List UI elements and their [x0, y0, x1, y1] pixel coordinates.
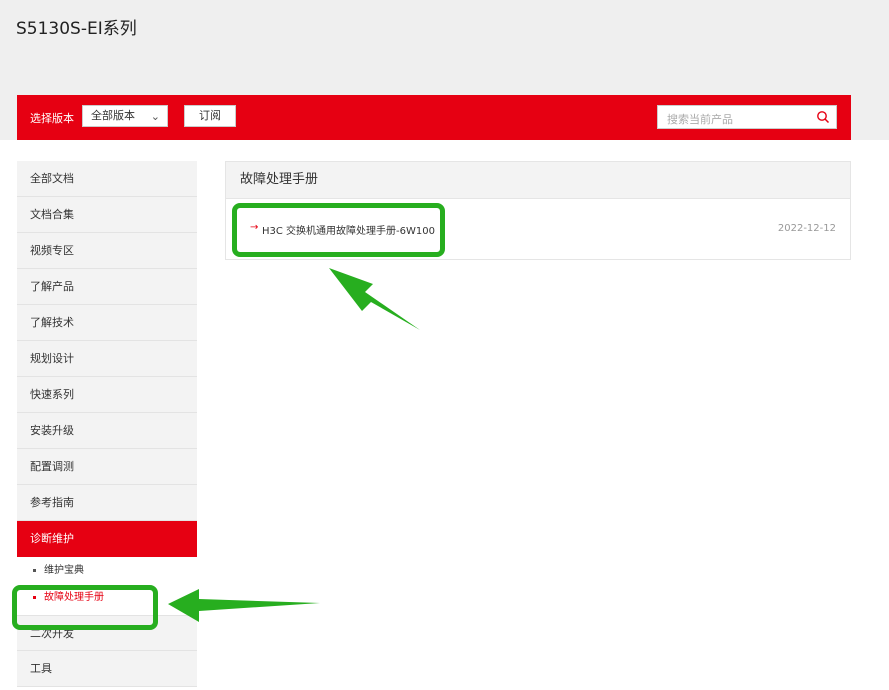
sidebar-item-learn-tech[interactable]: 了解技术 [17, 305, 197, 341]
bullet-icon [33, 568, 36, 572]
page-title: S5130S-EI系列 [16, 19, 137, 39]
sidebar-item-diagnose[interactable]: 诊断维护 [17, 521, 197, 557]
search-placeholder: 搜索当前产品 [667, 113, 733, 126]
sidebar-item-videos[interactable]: 视频专区 [17, 233, 197, 269]
panel-title: 故障处理手册 [226, 162, 850, 199]
sidebar-item-planning[interactable]: 规划设计 [17, 341, 197, 377]
sidebar-item-quick-series[interactable]: 快速系列 [17, 377, 197, 413]
sidebar-item-install-upgrade[interactable]: 安装升级 [17, 413, 197, 449]
version-label: 选择版本 [30, 112, 74, 125]
sidebar-item-all-docs[interactable]: 全部文档 [17, 161, 197, 197]
doc-date: 2022-12-12 [777, 223, 836, 234]
chevron-down-icon: ⌄ [150, 110, 160, 123]
sidebar-item-config[interactable]: 配置调测 [17, 449, 197, 485]
sidebar-item-tools[interactable]: 工具 [17, 651, 197, 687]
version-toolbar: 选择版本 全部版本 ⌄ 订阅 搜索当前产品 [17, 95, 851, 140]
highlight-box [232, 203, 445, 257]
sidebar-subitem-label: 维护宝典 [44, 565, 84, 576]
version-select-value: 全部版本 [91, 109, 135, 122]
sidebar-subitem-maintenance[interactable]: 维护宝典 [17, 557, 197, 584]
product-search-input[interactable]: 搜索当前产品 [657, 105, 837, 129]
highlight-box [12, 585, 158, 630]
sidebar-item-doc-collection[interactable]: 文档合集 [17, 197, 197, 233]
search-icon[interactable] [816, 110, 830, 124]
sidebar-item-learn-product[interactable]: 了解产品 [17, 269, 197, 305]
version-select[interactable]: 全部版本 ⌄ [82, 105, 168, 127]
annotation-arrow [329, 268, 420, 330]
subscribe-button[interactable]: 订阅 [184, 105, 236, 127]
sidebar-item-reference[interactable]: 参考指南 [17, 485, 197, 521]
